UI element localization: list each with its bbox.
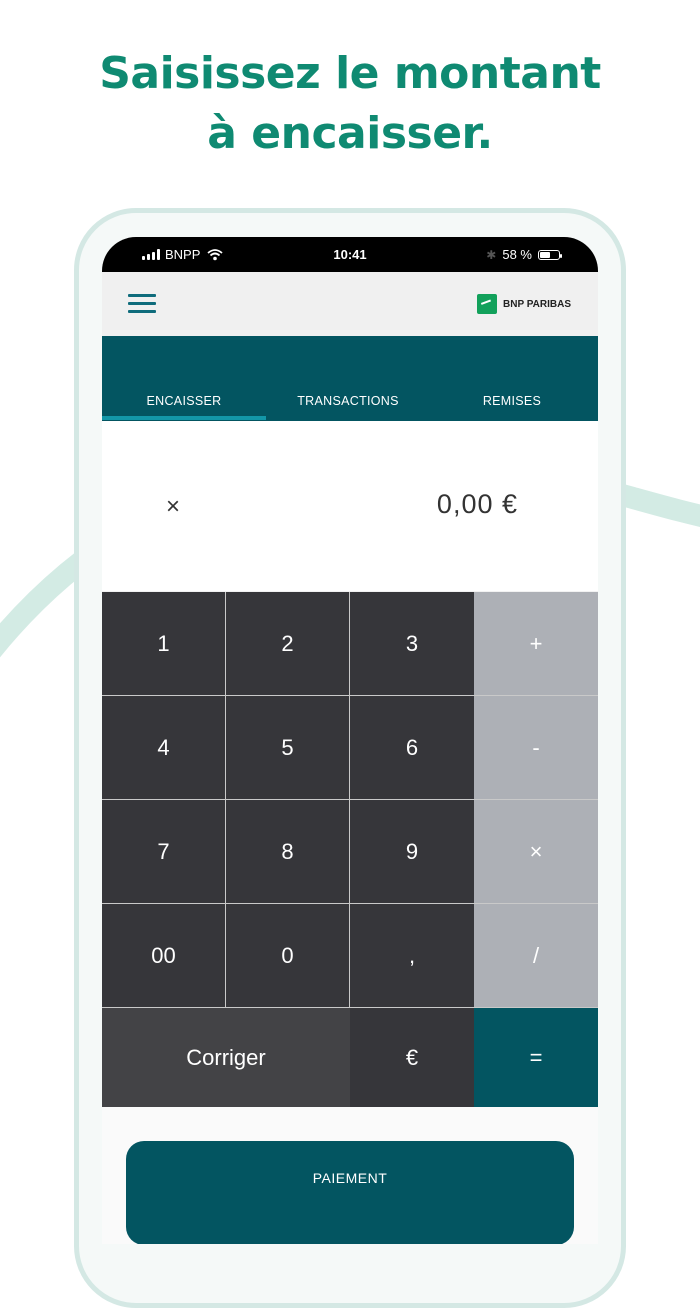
key-1[interactable]: 1 [102, 592, 225, 695]
tab-encaisser[interactable]: ENCAISSER [102, 394, 266, 408]
key-4[interactable]: 4 [102, 696, 225, 799]
status-right: ✱ 58 % [486, 247, 562, 262]
key-6[interactable]: 6 [350, 696, 474, 799]
amount-value: 0,00 € [436, 489, 518, 519]
bnp-logo-icon [477, 294, 498, 314]
key-multiply[interactable]: × [474, 800, 598, 903]
key-euro[interactable]: € [350, 1008, 474, 1107]
payment-area: PAIEMENT [102, 1107, 598, 1244]
clear-icon[interactable]: × [166, 493, 180, 521]
amount-display: × 0,00 € [102, 421, 598, 591]
key-2[interactable]: 2 [226, 592, 349, 695]
key-8[interactable]: 8 [226, 800, 349, 903]
tab-bar: ENCAISSER TRANSACTIONS REMISES [102, 336, 598, 421]
key-00[interactable]: 00 [102, 904, 225, 1007]
key-7[interactable]: 7 [102, 800, 225, 903]
key-5[interactable]: 5 [226, 696, 349, 799]
phone-screen: BNPP 10:41 ✱ 58 % BNP PARIBAS ENCAISSER … [102, 237, 598, 1244]
brand-logo: BNP PARIBAS [477, 294, 571, 314]
key-comma[interactable]: , [350, 904, 474, 1007]
headline-line-2: à encaisser. [207, 108, 493, 159]
key-minus[interactable]: - [474, 696, 598, 799]
tab-transactions[interactable]: TRANSACTIONS [266, 394, 430, 408]
key-divide[interactable]: / [474, 904, 598, 1007]
battery-icon [538, 249, 562, 260]
payment-button[interactable]: PAIEMENT [126, 1141, 574, 1244]
active-tab-indicator [102, 416, 266, 420]
correct-button[interactable]: Corriger [102, 1008, 350, 1107]
tab-remises[interactable]: REMISES [430, 394, 594, 408]
key-3[interactable]: 3 [350, 592, 474, 695]
key-9[interactable]: 9 [350, 800, 474, 903]
key-equals[interactable]: = [474, 1008, 598, 1107]
hamburger-icon[interactable] [128, 294, 156, 314]
keypad: 1 2 3 + 4 5 6 - 7 8 9 × 00 0 , / Corrige… [102, 592, 598, 1107]
battery-percent: 58 % [502, 247, 532, 262]
headline: Saisissez le montant à encaisser. [0, 44, 700, 164]
bluetooth-icon: ✱ [486, 247, 497, 262]
headline-line-1: Saisissez le montant [99, 48, 601, 99]
key-plus[interactable]: + [474, 592, 598, 695]
app-bar: BNP PARIBAS [102, 272, 598, 336]
key-0[interactable]: 0 [226, 904, 349, 1007]
status-bar: BNPP 10:41 ✱ 58 % [102, 237, 598, 272]
brand-name: BNP PARIBAS [503, 298, 571, 310]
